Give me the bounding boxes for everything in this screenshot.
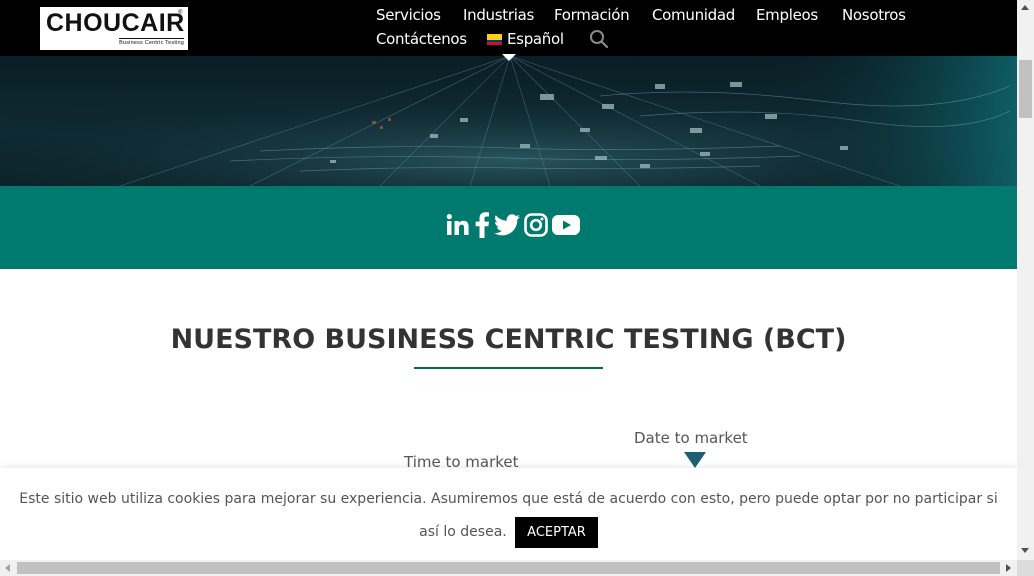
date-to-market-label: Date to market xyxy=(634,429,748,447)
language-selector[interactable]: Español xyxy=(487,30,564,48)
nav-item-servicios[interactable]: Servicios xyxy=(376,6,441,24)
site-header: CHOUCAIR ® Business Centric Testing Serv… xyxy=(0,0,1017,61)
nav-item-industrias[interactable]: Industrias xyxy=(463,6,534,24)
youtube-icon[interactable] xyxy=(552,214,580,241)
nav-item-empleos[interactable]: Empleos xyxy=(756,6,818,24)
twitter-icon[interactable] xyxy=(494,213,520,241)
logo-text: CHOUCAIR xyxy=(46,9,185,37)
language-label: Español xyxy=(507,30,564,48)
section-title: NUESTRO BUSINESS CENTRIC TESTING (BCT) xyxy=(170,324,847,355)
horizontal-scrollbar[interactable] xyxy=(0,560,1017,576)
facebook-icon[interactable] xyxy=(474,211,490,243)
linkedin-icon[interactable] xyxy=(446,213,470,242)
nav-item-comunidad[interactable]: Comunidad xyxy=(652,6,735,24)
choucair-logo[interactable]: CHOUCAIR ® Business Centric Testing xyxy=(39,6,189,51)
vertical-scroll-thumb[interactable] xyxy=(1019,60,1032,118)
cookie-message-text-end: desea. xyxy=(460,524,507,540)
horizontal-scroll-thumb[interactable] xyxy=(17,562,1000,574)
accept-cookies-button[interactable]: ACEPTAR xyxy=(515,516,598,548)
cookie-banner: Este sitio web utiliza cookies para mejo… xyxy=(0,468,1017,560)
nav-item-nosotros[interactable]: Nosotros xyxy=(842,6,906,24)
nav-item-contactenos[interactable]: Contáctenos xyxy=(376,30,467,48)
logo-registered-mark: ® xyxy=(178,10,183,16)
search-icon[interactable] xyxy=(589,29,609,49)
page: CHOUCAIR ® Business Centric Testing Serv… xyxy=(0,0,1017,560)
date-to-market-arrow-icon xyxy=(684,452,706,468)
instagram-icon[interactable] xyxy=(524,212,548,242)
hero-banner-image xyxy=(0,56,1017,186)
cookie-message-text: Este sitio web utiliza cookies para mejo… xyxy=(19,491,998,540)
scrollbar-corner xyxy=(1017,560,1034,576)
language-caret-icon xyxy=(502,54,516,61)
social-icons xyxy=(446,211,580,243)
scroll-left-icon[interactable] xyxy=(5,564,10,572)
scroll-down-icon[interactable] xyxy=(1021,548,1029,553)
logo-tagline: Business Centric Testing xyxy=(119,38,184,46)
nav-item-formacion[interactable]: Formación xyxy=(554,6,630,24)
scroll-up-icon[interactable] xyxy=(1021,5,1029,10)
colombia-flag-icon xyxy=(487,34,502,45)
scroll-right-icon[interactable] xyxy=(1006,564,1011,572)
vertical-scrollbar[interactable] xyxy=(1017,0,1034,560)
cookie-message: Este sitio web utiliza cookies para mejo… xyxy=(0,483,1017,549)
title-underline xyxy=(414,367,603,369)
